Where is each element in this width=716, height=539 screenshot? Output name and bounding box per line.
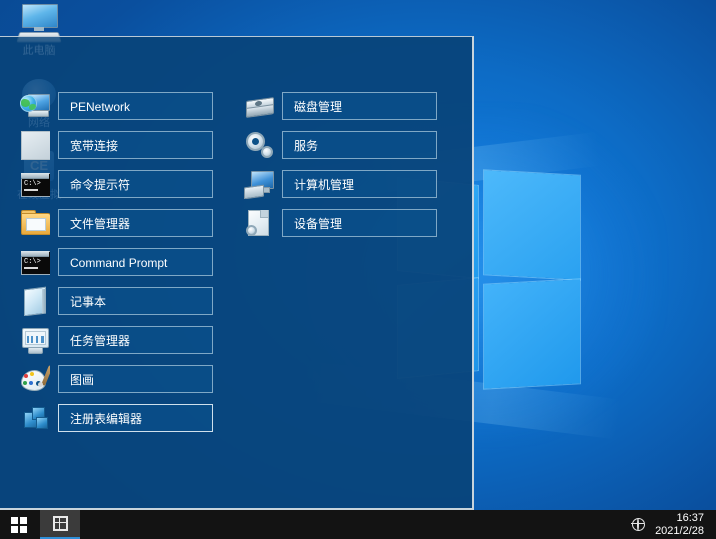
button-disk-management[interactable]: 磁盘管理 [282, 92, 437, 120]
taskbar: 16:37 2021/2/28 [0, 510, 716, 539]
clock-time: 16:37 [676, 511, 704, 524]
button-penetwork[interactable]: PENetwork [58, 92, 213, 120]
logo-pane-top-right [484, 170, 580, 280]
tray-network-button[interactable] [625, 510, 651, 539]
folder-icon [20, 208, 50, 238]
system-tray: 16:37 2021/2/28 [625, 510, 716, 539]
desktop-screen: 此电脑 此电脑 网络 CE 在线虚拟 [0, 0, 716, 539]
computer-icon [16, 37, 62, 43]
button-task-manager[interactable]: 任务管理器 [58, 326, 213, 354]
globe-icon [631, 517, 645, 531]
windows-start-icon [11, 516, 27, 533]
button-registry-editor[interactable]: 注册表编辑器 [58, 404, 213, 432]
notepad-icon [20, 286, 50, 316]
taskbar-item-pe-tools[interactable] [40, 510, 80, 539]
paint-icon [20, 364, 50, 394]
clock-date: 2021/2/28 [655, 524, 704, 537]
pe-tools-panel: 此电脑 网络 CE 在线虚拟 PENetwork [0, 36, 474, 510]
devmgmt-icon [244, 208, 274, 238]
cmd-icon: C:\> [20, 247, 50, 277]
logo-pane-bottom-right [484, 279, 580, 389]
button-services[interactable]: 服务 [282, 131, 437, 159]
button-computer-management[interactable]: 计算机管理 [282, 170, 437, 198]
disk-icon [244, 91, 274, 121]
button-command-prompt-cn[interactable]: 命令提示符 [58, 170, 213, 198]
services-icon [244, 130, 274, 160]
window-icon [52, 516, 68, 531]
button-device-management[interactable]: 设备管理 [282, 209, 437, 237]
button-broadband-connection[interactable]: 宽带连接 [58, 131, 213, 159]
start-button[interactable] [0, 510, 38, 539]
button-command-prompt[interactable]: Command Prompt [58, 248, 213, 276]
blank-page-icon [20, 130, 50, 160]
ghost-icon-label: 此电脑 [22, 45, 56, 57]
cmd-icon: C:\> [20, 169, 50, 199]
penetwork-icon [20, 91, 50, 121]
clock[interactable]: 16:37 2021/2/28 [651, 512, 710, 538]
taskmgr-icon [20, 325, 50, 355]
regedit-icon [20, 403, 50, 433]
compmgmt-icon [244, 169, 274, 199]
button-paint[interactable]: 图画 [58, 365, 213, 393]
button-notepad[interactable]: 记事本 [58, 287, 213, 315]
ghost-desktop-icon-this-pc: 此电脑 [4, 37, 74, 58]
button-file-explorer[interactable]: 文件管理器 [58, 209, 213, 237]
